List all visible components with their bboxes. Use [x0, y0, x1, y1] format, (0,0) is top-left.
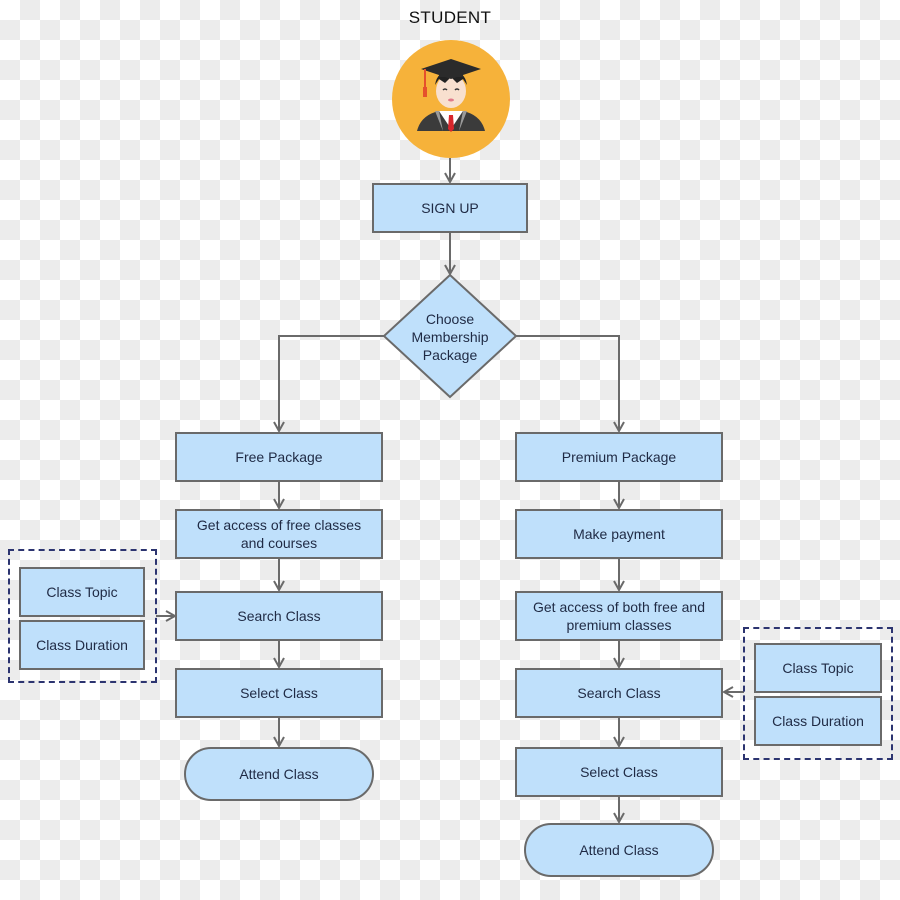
- premium-package-node[interactable]: Premium Package: [515, 432, 723, 482]
- free-access-node[interactable]: Get access of free classes and courses: [175, 509, 383, 559]
- premium-select-class-node[interactable]: Select Class: [515, 747, 723, 797]
- decision-node-label[interactable]: Choose Membership Package: [390, 310, 510, 364]
- premium-filter-class-duration[interactable]: Class Duration: [754, 696, 882, 746]
- free-select-class-node[interactable]: Select Class: [175, 668, 383, 718]
- free-package-node[interactable]: Free Package: [175, 432, 383, 482]
- free-filter-class-duration[interactable]: Class Duration: [19, 620, 145, 670]
- free-search-class-node[interactable]: Search Class: [175, 591, 383, 641]
- edge-decision-free: [279, 335, 384, 431]
- make-payment-node[interactable]: Make payment: [515, 509, 723, 559]
- premium-attend-class-node[interactable]: Attend Class: [524, 823, 714, 877]
- premium-search-class-node[interactable]: Search Class: [515, 668, 723, 718]
- edge-decision-premium: [516, 335, 619, 431]
- actor-label: STUDENT: [408, 8, 492, 27]
- premium-filter-class-topic[interactable]: Class Topic: [754, 643, 882, 693]
- free-filter-class-topic[interactable]: Class Topic: [19, 567, 145, 617]
- free-attend-class-node[interactable]: Attend Class: [184, 747, 374, 801]
- premium-access-node[interactable]: Get access of both free and premium clas…: [515, 591, 723, 641]
- signup-node[interactable]: SIGN UP: [372, 183, 528, 233]
- graduate-student-icon: [392, 40, 510, 158]
